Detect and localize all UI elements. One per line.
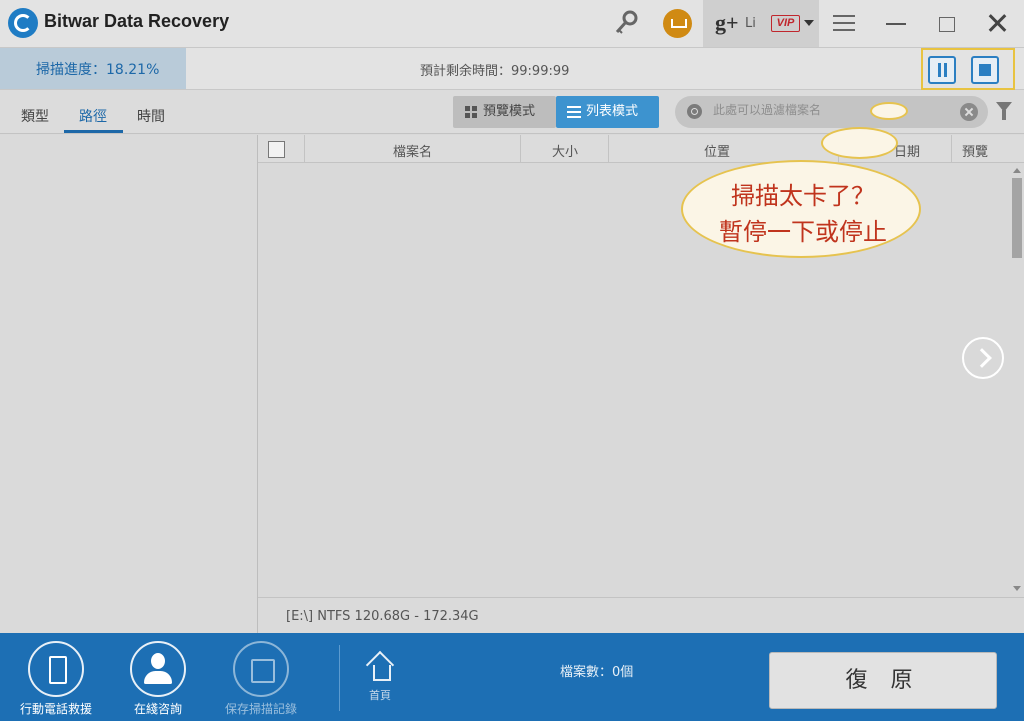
callout-line-2: 暫停一下或停止 [719,218,887,246]
scan-controls-highlight [921,48,1015,90]
callout-bubble-small [870,102,908,120]
tab-type[interactable]: 類型 [21,106,49,126]
preview-mode-label: 預覽模式 [483,104,536,119]
callout-bubble: 掃描太卡了？ 暫停一下或停止 [681,160,921,258]
drive-info: [E:\] NTFS 120.68G - 172.34G [286,609,479,624]
tab-path[interactable]: 路徑 [79,106,107,126]
export-icon [233,641,289,697]
phone-rescue-label: 行動電話救援 [19,702,92,716]
callout-line-1: 掃描太卡了？ [731,182,875,210]
vip-badge: VIP [771,15,800,32]
column-header-location[interactable]: 位置 [704,141,730,160]
select-all-checkbox[interactable] [268,141,285,158]
home-icon [365,653,395,681]
preview-mode-button[interactable]: 預覽模式 [453,96,556,128]
file-table-header: 檔案名 大小 位置 日期 預覽 [258,135,1024,163]
column-divider [304,135,305,163]
next-arrow-button[interactable] [962,337,1004,379]
column-divider [951,135,952,163]
search-box [675,96,988,128]
dropdown-arrow-icon [804,20,814,26]
clear-search-icon[interactable] [960,103,978,121]
online-consult-button[interactable]: 在綫咨詢 [108,641,208,717]
save-scan-record-label: 保存掃描記錄 [224,702,297,716]
list-mode-button[interactable]: 列表模式 [556,96,659,128]
list-icon [567,106,581,118]
user-support-icon [130,641,186,697]
column-divider [520,135,521,163]
drive-status-bar: [E:\] NTFS 120.68G - 172.34G [258,597,1024,633]
search-icon [687,104,702,119]
home-label: 首頁 [369,689,391,702]
bottom-divider [339,645,340,711]
phone-icon [28,641,84,697]
phone-rescue-button[interactable]: 行動電話救援 [6,641,106,717]
active-tab-indicator [64,130,123,133]
account-menu[interactable]: g+ Li VIP [703,0,819,47]
pause-button[interactable] [928,56,956,84]
callout-bubble-medium [821,127,898,159]
stop-button[interactable] [971,56,999,84]
remaining-time-label: 預計剩余時間：99:99:99 [420,64,570,79]
filter-icon[interactable] [996,102,1012,120]
google-plus-icon: g+ [715,10,739,35]
user-name: Li [745,16,756,31]
list-mode-label: 列表模式 [586,104,639,119]
maximize-button[interactable] [939,17,955,32]
title-bar: Bitwar Data Recovery g+ Li VIP [0,0,1024,47]
app-logo-icon [8,8,38,38]
tab-time[interactable]: 時間 [137,106,165,126]
recover-button[interactable]: 復 原 [769,652,997,709]
scroll-thumb[interactable] [1012,178,1022,258]
file-count: 檔案數：0個 [560,665,634,680]
close-button[interactable] [986,12,1008,34]
minimize-button[interactable] [886,23,906,25]
online-consult-label: 在綫咨詢 [133,702,182,716]
scroll-down-icon[interactable] [1013,586,1021,591]
column-divider [608,135,609,163]
bottom-toolbar: 行動電話救援 在綫咨詢 保存掃描記錄 首頁 檔案數：0個 復 原 [0,633,1024,721]
menu-icon[interactable] [833,15,855,31]
column-header-size[interactable]: 大小 [552,141,578,160]
vertical-scrollbar[interactable] [1010,168,1024,593]
cart-icon[interactable] [663,9,692,38]
grid-icon [465,106,477,118]
path-tree-panel [0,135,258,633]
progress-label: 掃描進度：18.21% [36,62,160,78]
save-scan-record-button[interactable]: 保存掃描記錄 [211,641,311,717]
column-header-preview[interactable]: 預覽 [962,141,988,160]
column-header-filename[interactable]: 檔案名 [393,141,432,160]
app-title: Bitwar Data Recovery [44,11,230,31]
scan-progress-bar: 掃描進度：18.21% 預計剩余時間：99:99:99 [0,47,1024,90]
key-icon[interactable] [613,10,639,36]
home-button[interactable]: 首頁 [362,653,398,703]
scroll-up-icon[interactable] [1013,168,1021,173]
